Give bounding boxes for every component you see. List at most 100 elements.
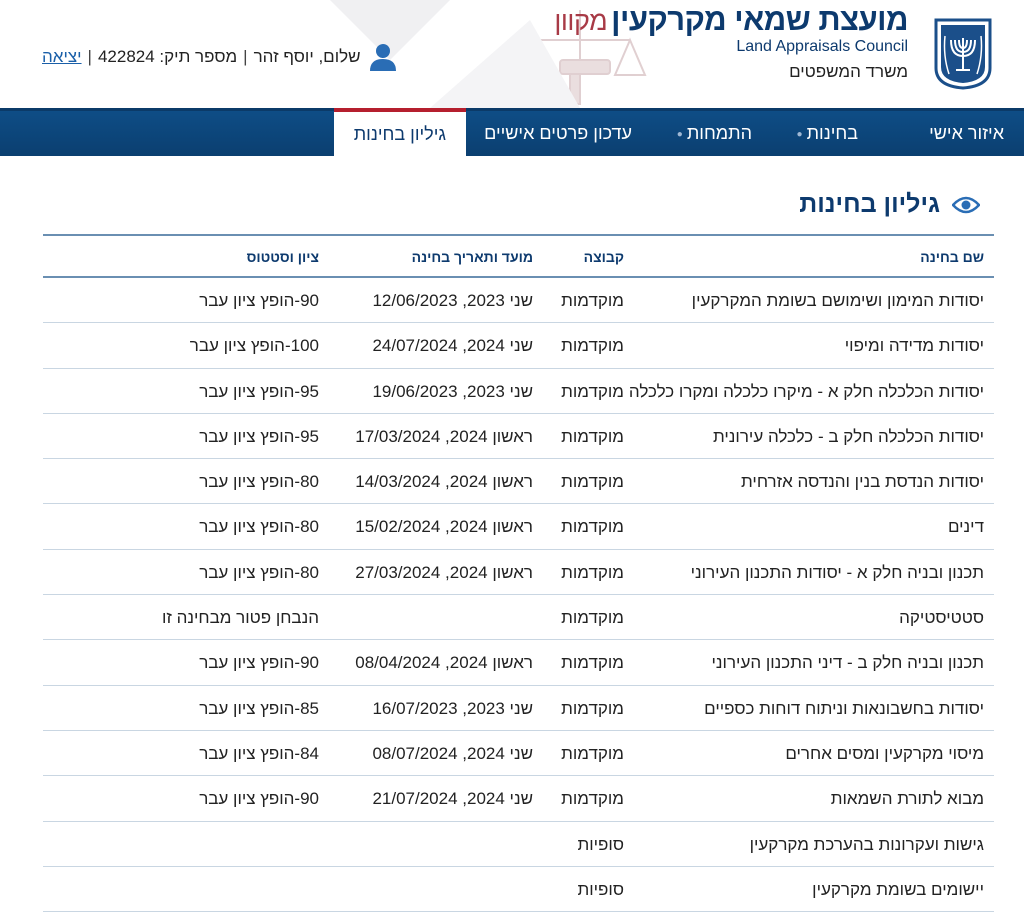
ministry-name: משרד המשפטים [789, 62, 908, 81]
logout-link[interactable]: יציאה [42, 47, 82, 67]
column-header-status: ציון וסטטוס [246, 249, 319, 265]
table-row: דינים מוקדמות ראשון 2024, 15/02/2024 80-הופ… [43, 504, 994, 550]
nav-item-label: התמחות [686, 123, 752, 143]
user-greeting: שלום, יוסף זהר [253, 47, 361, 66]
group-cell: מוקדמות [561, 381, 624, 401]
exam-name-cell: תכנון ובניה חלק ב - דיני התכנון העירוני [711, 653, 985, 673]
table-row: מבוא לתורת השמאות מוקדמות שני 2024, 21/07/… [43, 776, 994, 822]
nav-item-label: איזור אישי [929, 123, 1004, 143]
table-row: גישות ועקרונות בהערכת מקרקעין סופיות [43, 822, 994, 867]
group-cell: מוקדמות [561, 789, 624, 809]
exam-name-cell: יסודות המימון ושימושם בשומת המקרקעין [691, 291, 984, 310]
status-cell: 100-הופץ ציון עבר [189, 336, 319, 356]
exam-date-cell: שני 2024, 08/07/2024 [372, 743, 533, 763]
group-cell: מוקדמות [561, 608, 624, 628]
exam-name-cell: יסודות הכלכלה חלק ב - כלכלה עירונית [712, 426, 984, 446]
nav-item-label: בחינות [806, 123, 858, 143]
status-cell: 90-הופץ ציון עבר [199, 789, 319, 809]
status-cell: 80-הופץ ציון עבר [199, 517, 319, 537]
exam-name-cell: יסודות בחשבונאות וניתוח דוחות כספיים [704, 698, 984, 718]
group-cell: סופיות [577, 834, 624, 854]
status-cell: 95-הופץ ציון עבר [199, 426, 319, 446]
site-title-text: מועצת שמאי מקרקעין [611, 2, 908, 37]
site-title: מועצת שמאי מקרקעיןמקוון [554, 2, 908, 38]
table-header: שם בחינה קבוצה מועד ותאריך בחינה ציון וס… [43, 236, 994, 278]
site-title-english: Land Appraisals Council [736, 38, 908, 55]
group-cell: מוקדמות [561, 291, 624, 310]
exam-name-cell: מיסוי מקרקעין ומסים אחרים [785, 743, 984, 763]
table-row: יסודות בחשבונאות וניתוח דוחות כספיים מוקד… [43, 686, 994, 731]
column-header-date: מועד ותאריך בחינה [411, 249, 533, 265]
table-row: יסודות הכלכלה חלק ב - כלכלה עירונית מוקדמ… [43, 414, 994, 460]
dropdown-dot-icon: ● [676, 128, 683, 140]
exam-name-cell: יסודות הכלכלה חלק א - מיקרו כלכלה ומקרו … [628, 381, 984, 401]
group-cell: מוקדמות [561, 517, 624, 537]
separator: | [243, 47, 248, 66]
status-cell: 95-הופץ ציון עבר [199, 381, 319, 401]
status-cell: הנבחן פטור מבחינה זו [161, 608, 319, 628]
exam-date-cell: ראשון 2024, 15/02/2024 [355, 517, 533, 537]
file-number: מספר תיק: 422824 [97, 47, 238, 66]
exam-date-cell: שני 2023, 19/06/2023 [372, 381, 533, 401]
exam-name-cell: דינים [947, 517, 984, 537]
exam-date-cell: שני 2024, 21/07/2024 [372, 789, 533, 809]
separator: | [87, 47, 92, 66]
table-row: יסודות מדידה ומיפוי מוקדמות שני 2024, 24/0… [43, 323, 994, 369]
site-title-block: מועצת שמאי מקרקעיןמקוון Land Appraisals … [554, 2, 908, 82]
table-row: תכנון ובניה חלק ב - דיני התכנון העירוני מ… [43, 640, 994, 686]
nav-item-label: עדכון פרטים אישיים [484, 123, 632, 143]
exam-name-cell: מבוא לתורת השמאות [830, 789, 984, 809]
group-cell: סופיות [577, 879, 624, 899]
exam-name-cell: יסודות מדידה ומיפוי [844, 336, 984, 356]
nav-item-exams[interactable]: בחינות● [797, 111, 858, 156]
exam-name-cell: יישומים בשומת מקרקעין [812, 879, 984, 899]
table-row: יישומים בשומת מקרקעין סופיות [43, 867, 994, 913]
group-cell: מוקדמות [561, 472, 624, 492]
table-row: יסודות הנדסת בנין והנדסה אזרחית מוקדמות רא… [43, 459, 994, 505]
exam-name-cell: יסודות הנדסת בנין והנדסה אזרחית [741, 472, 984, 492]
site-title-online: מקוון [554, 6, 608, 36]
exams-table: שם בחינה קבוצה מועד ותאריך בחינה ציון וס… [43, 234, 994, 913]
table-row: תכנון ובניה חלק א - יסודות התכנון העירונ… [43, 550, 994, 596]
dropdown-dot-icon: ● [796, 128, 803, 140]
exam-date-cell: שני 2024, 24/07/2024 [372, 336, 533, 356]
main-navigation: איזור אישי בחינות● התמחות● עדכון פרטים א… [0, 108, 1024, 156]
site-header: מועצת שמאי מקרקעיןמקוון Land Appraisals … [0, 0, 1024, 108]
table-row: יסודות המימון ושימושם בשומת המקרקעין מוקד… [43, 278, 994, 324]
exam-date-cell: שני 2023, 16/07/2023 [372, 698, 533, 718]
status-cell: 90-הופץ ציון עבר [199, 653, 319, 673]
column-header-group: קבוצה [583, 249, 624, 265]
exam-date-cell: ראשון 2024, 14/03/2024 [355, 472, 533, 492]
nav-item-exam-sheet[interactable]: גיליון בחינות [333, 108, 466, 156]
exam-date-cell: שני 2023, 12/06/2023 [372, 291, 533, 310]
exam-date-cell: ראשון 2024, 08/04/2024 [355, 653, 533, 673]
nav-item-internship[interactable]: התמחות● [677, 111, 752, 156]
group-cell: מוקדמות [561, 653, 624, 673]
status-cell: 80-הופץ ציון עבר [199, 562, 319, 582]
group-cell: מוקדמות [561, 743, 624, 763]
nav-item-update-details[interactable]: עדכון פרטים אישיים [484, 111, 632, 156]
state-emblem-icon [934, 18, 992, 90]
group-cell: מוקדמות [561, 426, 624, 446]
status-cell: 85-הופץ ציון עבר [199, 698, 319, 718]
user-icon [369, 44, 396, 71]
column-header-exam-name: שם בחינה [920, 249, 984, 265]
table-row: סטטיסטיקה מוקדמות הנבחן פטור מבחינה זו [43, 595, 994, 641]
eye-icon [952, 196, 980, 213]
nav-item-label: גיליון בחינות [353, 124, 446, 144]
status-cell: 80-הופץ ציון עבר [199, 472, 319, 492]
nav-item-personal-area[interactable]: איזור אישי [929, 111, 1004, 156]
page-title: גיליון בחינות [799, 190, 980, 219]
page-title-text: גיליון בחינות [799, 190, 940, 218]
exam-name-cell: גישות ועקרונות בהערכת מקרקעין [749, 834, 984, 854]
group-cell: מוקדמות [561, 562, 624, 582]
group-cell: מוקדמות [561, 336, 624, 356]
table-row: מיסוי מקרקעין ומסים אחרים מוקדמות שני 2024… [43, 731, 994, 777]
status-cell: 90-הופץ ציון עבר [199, 291, 319, 310]
table-row: יסודות הכלכלה חלק א - מיקרו כלכלה ומקרו … [43, 369, 994, 414]
group-cell: מוקדמות [561, 698, 624, 718]
exam-date-cell: ראשון 2024, 27/03/2024 [355, 562, 533, 582]
table-body: יסודות המימון ושימושם בשומת המקרקעין מוקד… [43, 278, 994, 913]
exam-date-cell: ראשון 2024, 17/03/2024 [355, 426, 533, 446]
exam-name-cell: תכנון ובניה חלק א - יסודות התכנון העירונ… [690, 562, 984, 582]
